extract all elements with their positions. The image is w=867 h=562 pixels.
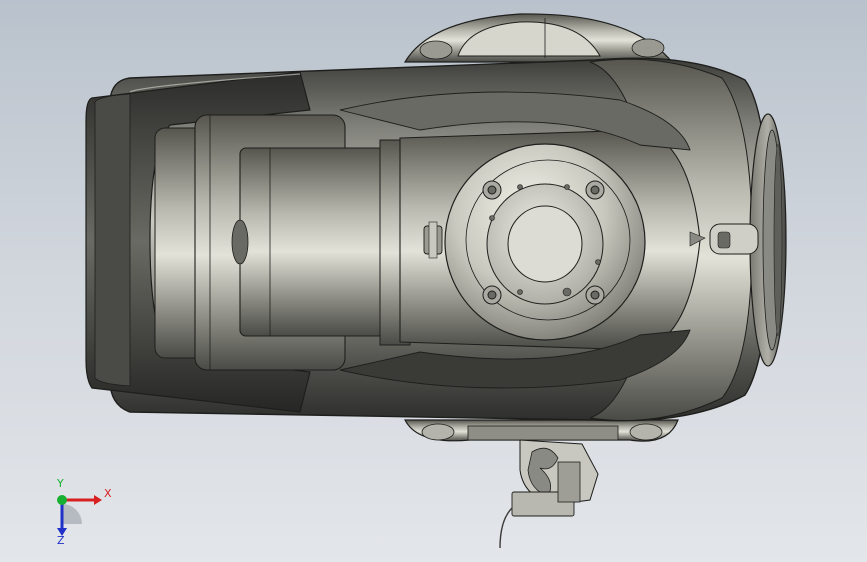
robot-wrist-model[interactable] <box>0 0 867 562</box>
y-axis-dot <box>57 495 67 505</box>
joint-cylinders <box>154 114 411 371</box>
y-axis-label: Y <box>57 477 64 490</box>
top-casting <box>403 13 674 63</box>
3d-viewport[interactable]: X Y Z <box>0 0 867 562</box>
x-axis-label: X <box>104 487 112 500</box>
cable-bracket <box>499 439 599 549</box>
x-axis-arrow <box>94 495 102 505</box>
coordinate-triad: X Y Z <box>40 478 120 548</box>
z-axis-label: Z <box>57 534 65 547</box>
bottom-casting <box>404 419 679 442</box>
